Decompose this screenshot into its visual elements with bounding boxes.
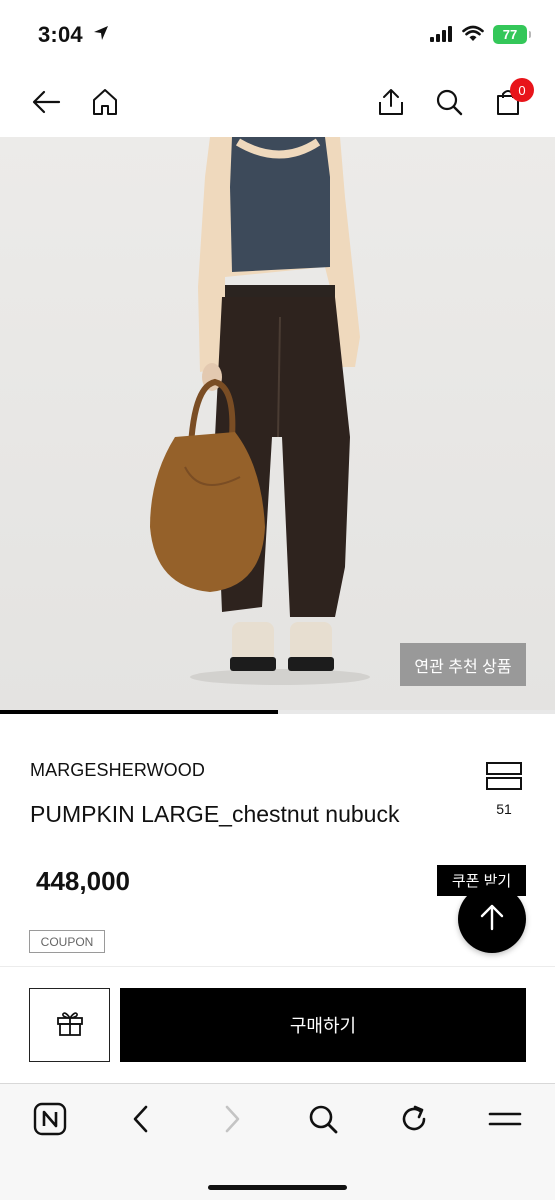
buy-button[interactable]: 구매하기 <box>120 988 526 1062</box>
cellular-signal-icon <box>430 26 454 47</box>
refresh-icon[interactable] <box>394 1099 434 1139</box>
brand-name[interactable]: MARGESHERWOOD <box>30 760 205 781</box>
gift-icon <box>55 1008 85 1043</box>
wishlist-icon <box>486 762 522 794</box>
browser-toolbar <box>0 1083 555 1200</box>
wishlist-count: 51 <box>496 801 512 817</box>
menu-icon[interactable] <box>485 1099 525 1139</box>
naver-icon[interactable] <box>30 1099 70 1139</box>
related-products-button[interactable]: 연관 추천 상품 <box>400 643 526 686</box>
product-name: PUMPKIN LARGE_chestnut nubuck <box>30 801 400 827</box>
home-icon[interactable] <box>87 84 123 120</box>
back-arrow-icon[interactable] <box>28 84 64 120</box>
home-indicator <box>208 1185 347 1190</box>
browser-search-icon[interactable] <box>303 1099 343 1139</box>
product-photo <box>0 137 555 710</box>
share-icon[interactable] <box>373 84 409 120</box>
browser-forward-icon <box>212 1099 252 1139</box>
product-price: 448,000 <box>36 866 130 896</box>
coupon-tag: COUPON <box>29 930 105 953</box>
gift-button[interactable] <box>29 988 110 1062</box>
scroll-to-top-button[interactable] <box>458 885 526 953</box>
wifi-icon <box>462 25 484 47</box>
nav-bar <box>0 70 555 136</box>
status-bar: 3:04 77 <box>0 0 555 70</box>
image-progress-fill <box>0 710 278 714</box>
battery-indicator: 77 <box>493 25 531 44</box>
browser-back-icon[interactable] <box>121 1099 161 1139</box>
arrow-up-icon <box>479 903 505 936</box>
status-time: 3:04 <box>38 22 83 47</box>
location-arrow-icon <box>92 24 110 47</box>
battery-level: 77 <box>502 27 518 42</box>
cart-count-badge: 0 <box>510 78 534 102</box>
wishlist-button[interactable]: 51 <box>484 762 524 817</box>
product-image[interactable] <box>0 137 555 710</box>
search-icon[interactable] <box>431 84 467 120</box>
